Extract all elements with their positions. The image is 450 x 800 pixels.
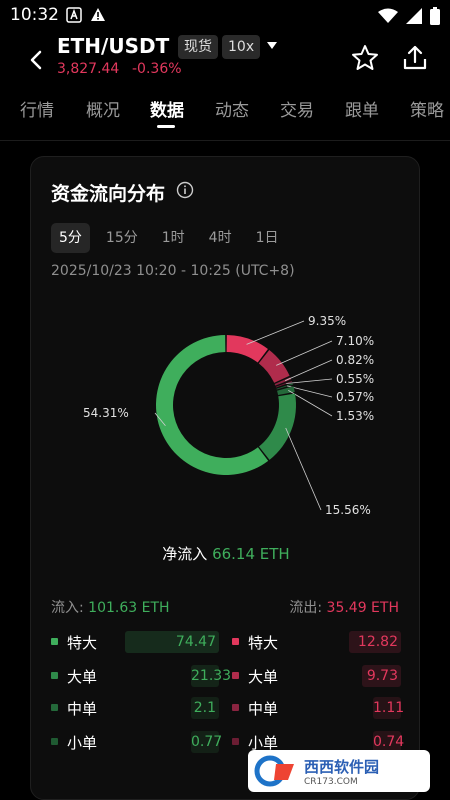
leader-line: [276, 340, 333, 366]
inflow-size-label: 中单: [67, 700, 98, 718]
inflow-total: 流入: 101.63 ETH: [51, 597, 170, 617]
tab-bar: 行情 概况 数据 动态 交易 跟单 策略: [0, 84, 450, 134]
slice-label: 0.57%: [336, 390, 374, 404]
caret-down-icon[interactable]: [266, 41, 278, 51]
favorite-button[interactable]: [350, 43, 380, 73]
breakdown-row: 特大 74.47 特大 12.82: [31, 631, 421, 653]
inflow-bullet: [51, 704, 58, 711]
divider: [0, 140, 450, 141]
app-notification-icon: [66, 7, 82, 23]
share-button[interactable]: [400, 43, 430, 73]
slice-label: 9.35%: [308, 314, 346, 328]
inflow-bullet: [51, 672, 58, 679]
interval-1h[interactable]: 1时: [154, 223, 193, 253]
share-icon: [403, 45, 427, 70]
outflow-bullet: [232, 638, 239, 645]
card-title: 资金流向分布: [51, 183, 166, 205]
pair-header: ETH/USDT 现货 10x 3,827.44 -0.36%: [0, 32, 450, 84]
outflow-bullet: [232, 704, 239, 711]
slice-label: 1.53%: [336, 409, 374, 423]
inflow-size-label: 小单: [67, 734, 98, 752]
outflow-size-label: 大单: [248, 668, 279, 686]
outflow-bullet: [232, 672, 239, 679]
price-change: -0.36%: [132, 61, 182, 77]
outflow-value: 35.49 ETH: [326, 600, 399, 616]
tab-copy-trading[interactable]: 跟单: [345, 96, 379, 121]
outflow-bullet: [232, 738, 239, 745]
status-bar: 10:32: [0, 0, 450, 32]
slice-label: 0.55%: [336, 372, 374, 386]
back-button[interactable]: [22, 46, 50, 74]
site-watermark: 西西软件园 CR173.COM: [248, 750, 430, 792]
leader-line: [285, 427, 322, 511]
inflow-size-value: 2.1: [191, 697, 219, 719]
tab-strategy[interactable]: 策略: [410, 96, 444, 121]
inflow-size-value: 0.77: [191, 731, 222, 753]
slice-label: 15.56%: [325, 503, 371, 517]
wifi-icon: [378, 8, 398, 23]
pair-title[interactable]: ETH/USDT: [57, 34, 169, 58]
tab-overview[interactable]: 概况: [86, 96, 120, 121]
slice-label: 54.31%: [83, 406, 129, 420]
tab-data[interactable]: 数据: [150, 96, 184, 121]
tab-feed[interactable]: 动态: [215, 96, 249, 121]
inflow-size-label: 特大: [67, 634, 98, 652]
leader-line: [246, 320, 305, 345]
interval-1d[interactable]: 1日: [248, 223, 287, 253]
breakdown-row: 大单 21.33 大单 9.73: [31, 665, 421, 687]
interval-15m[interactable]: 15分: [98, 223, 146, 253]
donut-chart: 9.35% 7.10% 0.82% 0.55% 0.57% 1.53% 15.56% 54.3…: [83, 314, 374, 517]
time-range: 2025/10/23 10:20 - 10:25 (UTC+8): [51, 263, 295, 279]
slice-label: 7.10%: [336, 334, 374, 348]
inflow-size-value: 74.47: [125, 631, 219, 653]
inflow-size-value: 21.33: [191, 665, 231, 687]
outflow-size-label: 特大: [248, 634, 279, 652]
spot-tag: 现货: [178, 35, 218, 59]
inflow-size-label: 大单: [67, 668, 98, 686]
leader-line: [286, 378, 333, 384]
interval-5m[interactable]: 5分: [51, 223, 90, 253]
watermark-url: CR173.COM: [304, 776, 358, 787]
leverage-tag: 10x: [222, 35, 261, 59]
warning-icon: [91, 8, 105, 21]
outflow-total: 流出: 35.49 ETH: [289, 597, 399, 617]
donut-slice[interactable]: [277, 386, 295, 396]
battery-icon: [430, 7, 440, 25]
star-icon: [352, 45, 378, 70]
slice-label: 0.82%: [336, 353, 374, 367]
inflow-bullet: [51, 638, 58, 645]
fund-flow-card: 资金流向分布 5分 15分 1时 4时 1日 2025/10/23 10:20 …: [30, 156, 420, 800]
net-inflow-label: 净流入: [162, 545, 208, 563]
tab-trade[interactable]: 交易: [280, 96, 314, 121]
last-price: 3,827.44: [57, 61, 120, 77]
active-tab-indicator: [157, 125, 175, 128]
donut-slice[interactable]: [226, 335, 268, 363]
outflow-label: 流出:: [289, 600, 323, 616]
inflow-bullet: [51, 738, 58, 745]
net-inflow-value: 66.14 ETH: [212, 545, 290, 563]
watermark-brand: 西西软件园: [304, 757, 380, 776]
status-time: 10:32: [10, 5, 59, 25]
net-inflow: 净流入 66.14 ETH: [31, 543, 421, 564]
outflow-size-value: 1.11: [373, 697, 404, 719]
leader-line: [285, 359, 333, 381]
inflow-label: 流入:: [51, 600, 84, 616]
donut-slice[interactable]: [258, 393, 296, 460]
inflow-value: 101.63 ETH: [88, 600, 170, 616]
outflow-size-value: 9.73: [362, 665, 401, 687]
tab-market[interactable]: 行情: [20, 96, 54, 121]
outflow-size-label: 中单: [248, 700, 279, 718]
chevron-left-icon: [30, 50, 42, 70]
signal-icon: [406, 8, 422, 24]
outflow-size-value: 12.82: [349, 631, 401, 653]
watermark-logo-icon: [254, 755, 294, 787]
interval-selector: 5分 15分 1时 4时 1日: [51, 223, 287, 253]
interval-4h[interactable]: 4时: [201, 223, 240, 253]
breakdown-row: 中单 2.1 中单 1.11: [31, 697, 421, 719]
info-icon[interactable]: [176, 181, 194, 199]
